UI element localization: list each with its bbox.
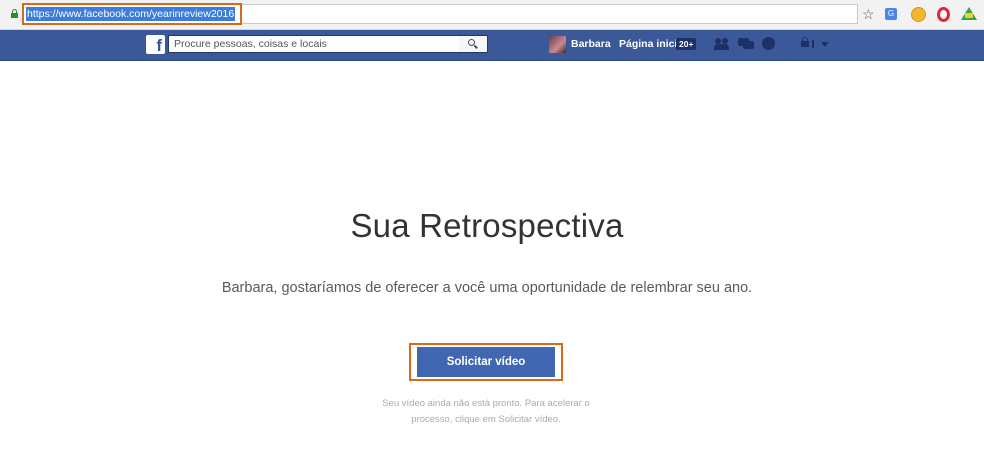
- home-badge: 20+: [676, 38, 697, 50]
- privacy-lock-icon[interactable]: [801, 37, 809, 48]
- coin-extension-icon[interactable]: [911, 7, 926, 22]
- opera-icon[interactable]: [937, 7, 950, 22]
- chevron-down-icon[interactable]: [821, 42, 829, 47]
- messages-icon[interactable]: [738, 37, 754, 50]
- status-note: Seu vídeo ainda não está pronto. Para ac…: [361, 396, 611, 428]
- privacy-divider: [812, 40, 814, 48]
- search-icon[interactable]: [468, 39, 475, 46]
- avatar[interactable]: [549, 36, 566, 53]
- status-note-line-1: Seu vídeo ainda não está pronto. Para ac…: [382, 398, 590, 409]
- profile-link[interactable]: Barbara: [571, 38, 611, 51]
- star-icon[interactable]: ☆: [862, 5, 875, 23]
- page-subtitle: Barbara, gostaríamos de oferecer a você …: [221, 280, 753, 296]
- lock-icon: [11, 9, 18, 18]
- url-highlight-box: [22, 3, 242, 25]
- status-note-line-2: processo, clique em Solicitar vídeo.: [411, 414, 561, 425]
- page-title: Sua Retrospectiva: [350, 207, 624, 245]
- drive-icon[interactable]: [961, 7, 977, 20]
- request-video-button[interactable]: Solicitar vídeo: [417, 347, 555, 377]
- friend-requests-icon[interactable]: [714, 37, 730, 51]
- notifications-globe-icon[interactable]: [762, 37, 775, 50]
- facebook-logo-icon[interactable]: f: [146, 35, 165, 54]
- translate-icon[interactable]: G: [885, 8, 897, 20]
- search-placeholder[interactable]: Procure pessoas, coisas e locais: [174, 38, 327, 50]
